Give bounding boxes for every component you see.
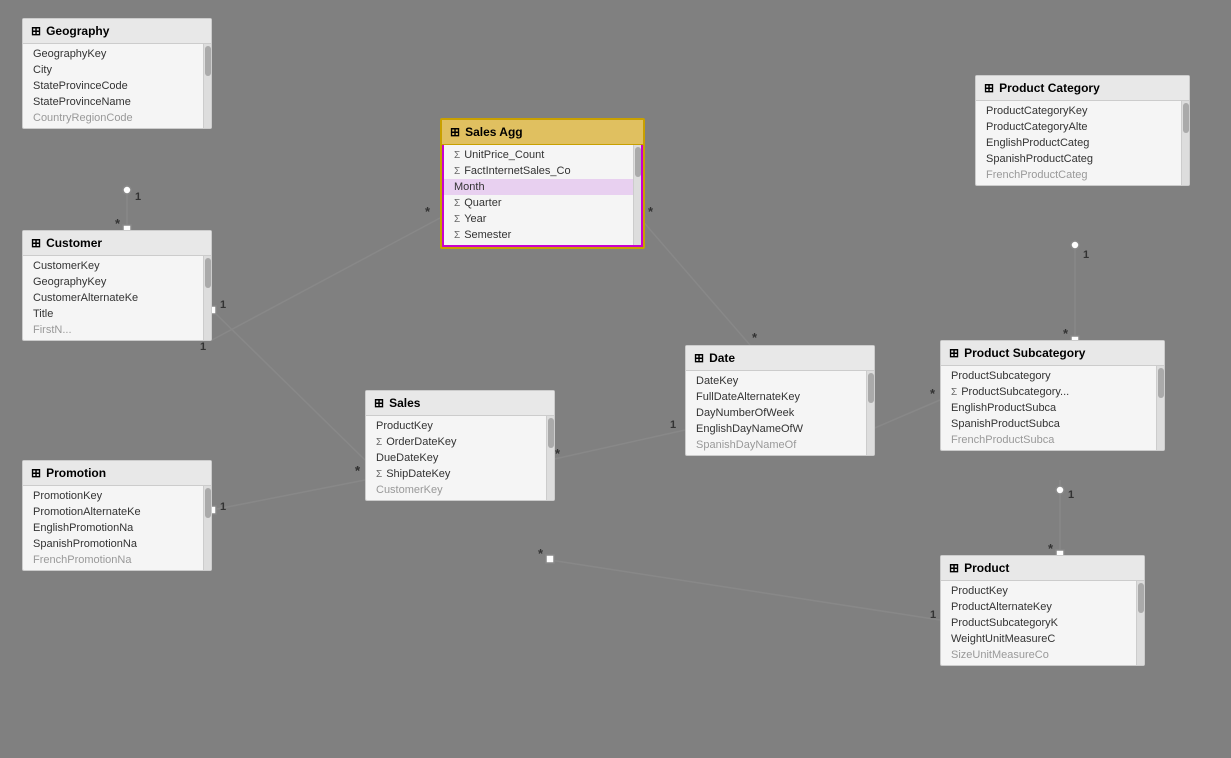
field-row: ProductSubcategory (941, 368, 1164, 384)
promotion-header: ⊞ Promotion (23, 461, 211, 486)
field-row: ProductCategoryAlte (976, 119, 1189, 135)
svg-text:*: * (1063, 326, 1069, 341)
svg-text:*: * (648, 204, 654, 219)
field-row: CountryRegionCode (23, 110, 211, 126)
table-icon: ⊞ (694, 351, 704, 365)
sales-agg-header: ⊞ Sales Agg (442, 120, 643, 145)
table-icon: ⊞ (949, 346, 959, 360)
field-row: FrenchProductSubca (941, 432, 1164, 448)
svg-text:*: * (355, 463, 361, 478)
field-row: CustomerKey (23, 258, 211, 274)
customer-table: ⊞ Customer CustomerKey GeographyKey Cust… (22, 230, 212, 341)
field-row: PromotionKey (23, 488, 211, 504)
field-row: GeographyKey (23, 46, 211, 62)
field-row: SizeUnitMeasureCo (941, 647, 1144, 663)
sales-header: ⊞ Sales (366, 391, 554, 416)
field-row: Σ Quarter (444, 195, 641, 211)
svg-text:1: 1 (220, 299, 226, 311)
field-row: CustomerAlternateKe (23, 290, 211, 306)
field-row: EnglishDayNameOfW (686, 421, 874, 437)
field-row: SpanishDayNameOf (686, 437, 874, 453)
field-row: Σ Year (444, 211, 641, 227)
geography-header: ⊞ Geography (23, 19, 211, 44)
sales-agg-table: ⊞ Sales Agg Σ UnitPrice_Count Σ FactInte… (440, 118, 645, 249)
field-row: City (23, 62, 211, 78)
svg-text:*: * (555, 446, 561, 461)
sales-table: ⊞ Sales ProductKey Σ OrderDateKey DueDat… (365, 390, 555, 501)
field-row: ProductKey (366, 418, 554, 434)
field-row: PromotionAlternateKe (23, 504, 211, 520)
svg-text:*: * (355, 463, 361, 478)
field-row: EnglishProductSubca (941, 400, 1164, 416)
field-row: SpanishPromotionNa (23, 536, 211, 552)
svg-text:1: 1 (135, 191, 141, 203)
field-row: Σ ProductSubcategory... (941, 384, 1164, 400)
field-row: StateProvinceCode (23, 78, 211, 94)
product-header: ⊞ Product (941, 556, 1144, 581)
field-row: DayNumberOfWeek (686, 405, 874, 421)
product-subcategory-table: ⊞ Product Subcategory ProductSubcategory… (940, 340, 1165, 451)
svg-text:*: * (1048, 541, 1054, 556)
field-row: FrenchProductCateg (976, 167, 1189, 183)
table-icon: ⊞ (984, 81, 994, 95)
field-row: SpanishProductCateg (976, 151, 1189, 167)
date-header: ⊞ Date (686, 346, 874, 371)
field-row: FullDateAlternateKey (686, 389, 874, 405)
field-row: ProductSubcategoryK (941, 615, 1144, 631)
field-row: GeographyKey (23, 274, 211, 290)
table-icon: ⊞ (31, 236, 41, 250)
field-row: Σ ShipDateKey (366, 466, 554, 482)
svg-text:1: 1 (670, 419, 676, 431)
field-row: Title (23, 306, 211, 322)
field-row: Σ FactInternetSales_Co (444, 163, 641, 179)
svg-text:1: 1 (220, 501, 226, 513)
product-category-header: ⊞ Product Category (976, 76, 1189, 101)
field-row: StateProvinceName (23, 94, 211, 110)
svg-text:*: * (930, 386, 936, 401)
svg-text:1: 1 (930, 609, 936, 621)
field-row: FrenchPromotionNa (23, 552, 211, 568)
svg-text:*: * (752, 330, 758, 345)
svg-text:1: 1 (1068, 489, 1074, 501)
table-icon: ⊞ (374, 396, 384, 410)
field-row: WeightUnitMeasureC (941, 631, 1144, 647)
table-icon: ⊞ (31, 466, 41, 480)
field-row: DateKey (686, 373, 874, 389)
field-row: ProductAlternateKey (941, 599, 1144, 615)
table-icon: ⊞ (31, 24, 41, 38)
svg-text:1: 1 (200, 341, 206, 353)
product-category-table: ⊞ Product Category ProductCategoryKey Pr… (975, 75, 1190, 186)
field-row: SpanishProductSubca (941, 416, 1164, 432)
field-row: Σ OrderDateKey (366, 434, 554, 450)
field-row: ProductCategoryKey (976, 103, 1189, 119)
field-row: CustomerKey (366, 482, 554, 498)
promotion-table: ⊞ Promotion PromotionKey PromotionAltern… (22, 460, 212, 571)
field-row: EnglishPromotionNa (23, 520, 211, 536)
customer-header: ⊞ Customer (23, 231, 211, 256)
geography-table: ⊞ Geography GeographyKey City StateProvi… (22, 18, 212, 129)
table-icon: ⊞ (949, 561, 959, 575)
field-row: DueDateKey (366, 450, 554, 466)
date-table: ⊞ Date DateKey FullDateAlternateKey DayN… (685, 345, 875, 456)
field-row: Σ Semester (444, 227, 641, 243)
svg-text:*: * (115, 216, 121, 231)
svg-text:1: 1 (1083, 249, 1089, 261)
svg-text:*: * (538, 546, 544, 561)
product-table: ⊞ Product ProductKey ProductAlternateKey… (940, 555, 1145, 666)
field-row: Σ UnitPrice_Count (444, 147, 641, 163)
field-row-month: Month (442, 179, 641, 195)
field-row: EnglishProductCateg (976, 135, 1189, 151)
field-row: FirstN... (23, 322, 211, 338)
table-icon: ⊞ (450, 125, 460, 139)
svg-text:*: * (425, 204, 431, 219)
field-row: ProductKey (941, 583, 1144, 599)
product-subcategory-header: ⊞ Product Subcategory (941, 341, 1164, 366)
